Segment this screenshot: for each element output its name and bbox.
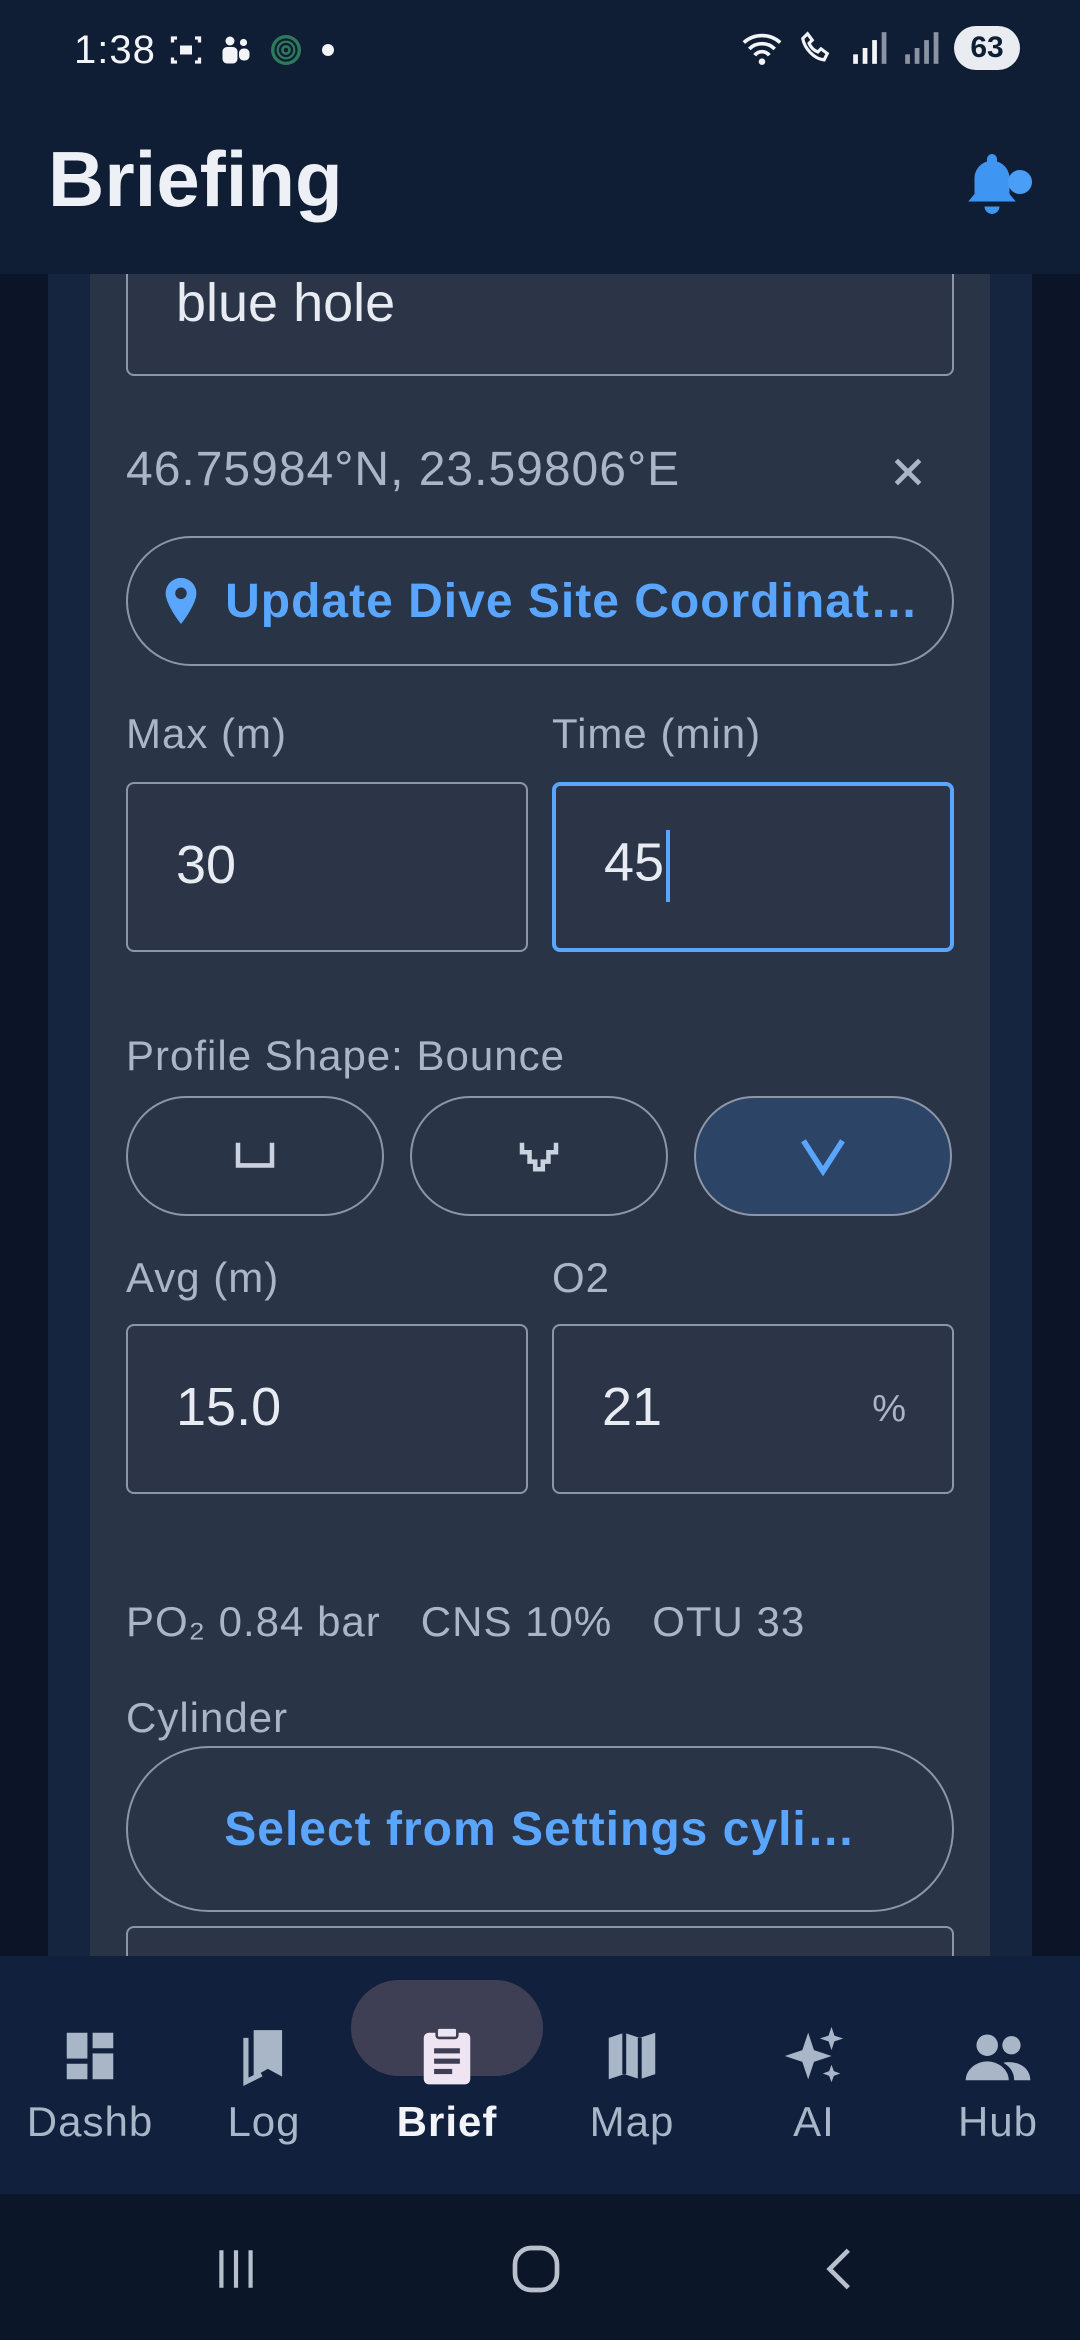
nav-item-ai[interactable]: AI — [724, 1956, 904, 2194]
site-name-field[interactable]: blue hole — [126, 274, 954, 376]
o2-unit: % — [872, 1388, 906, 1430]
po2-stat: PO₂ 0.84 bar — [126, 1598, 381, 1645]
screen: 1:38 63 Briefing blue hole 46.75984°N, 2… — [0, 0, 1080, 2340]
people-icon — [958, 2016, 1038, 2096]
recent-apps-button[interactable] — [196, 2234, 276, 2304]
clipboard-icon — [407, 2016, 487, 2096]
wifi-calling-icon — [801, 31, 830, 62]
battery-indicator: 63 — [954, 26, 1020, 70]
text-cursor — [666, 830, 671, 902]
nav-label-map: Map — [589, 2098, 675, 2145]
notification-badge — [1008, 170, 1032, 194]
profile-bounce-button[interactable] — [694, 1096, 952, 1216]
max-depth-value: 30 — [176, 835, 237, 895]
wifi-icon — [742, 33, 782, 65]
update-coordinates-label: Update Dive Site Coordinat… — [225, 574, 919, 628]
nav-label-brief: Brief — [396, 2098, 498, 2145]
update-coordinates-button[interactable]: Update Dive Site Coordinat… — [126, 536, 954, 666]
nav-label-hub: Hub — [957, 2098, 1039, 2145]
time-value: 45 — [604, 832, 665, 893]
avg-depth-label: Avg (m) — [126, 1254, 280, 1301]
notifications-button[interactable] — [962, 142, 1032, 222]
otu-stat: OTU 33 — [652, 1598, 806, 1645]
time-label: Time (min) — [552, 710, 762, 757]
system-navigation-bar — [0, 2194, 1080, 2340]
avg-depth-value: 15.0 — [176, 1377, 282, 1437]
avg-depth-input[interactable]: 15.0 — [126, 1324, 528, 1494]
location-pin-icon — [165, 577, 197, 625]
next-field[interactable] — [126, 1926, 954, 1956]
map-icon — [592, 2016, 672, 2096]
clear-coordinates-button[interactable] — [880, 444, 936, 500]
cns-stat: CNS 10% — [420, 1598, 613, 1645]
o2-value: 21 — [602, 1377, 663, 1437]
nav-item-hub[interactable]: Hub — [908, 1956, 1080, 2194]
select-cylinder-button[interactable]: Select from Settings cyli… — [126, 1746, 954, 1912]
nav-item-dashboard[interactable]: Dashb — [0, 1956, 180, 2194]
dot-icon — [322, 44, 334, 56]
o2-input[interactable]: 21 % — [552, 1324, 954, 1494]
site-name-value: blue hole — [176, 274, 396, 333]
square-profile-icon — [235, 1142, 275, 1168]
time-input[interactable]: 45 — [552, 782, 954, 952]
close-icon — [894, 458, 922, 486]
signal-icon-2 — [905, 32, 939, 64]
back-icon — [826, 2248, 850, 2290]
nav-item-brief[interactable]: Brief — [351, 1956, 543, 2194]
notification-icons — [168, 32, 338, 68]
status-bar: 1:38 63 — [0, 0, 1080, 100]
nav-label-ai: AI — [793, 2098, 835, 2145]
o2-label: O2 — [552, 1254, 611, 1301]
screenshot-icon — [170, 36, 202, 64]
cylinder-label: Cylinder — [126, 1694, 289, 1741]
profile-multilevel-button[interactable] — [410, 1096, 668, 1216]
time-value-wrap: 45 — [604, 830, 671, 902]
gas-stats: PO₂ 0.84 bar CNS 10% OTU 33 — [126, 1598, 805, 1646]
multilevel-profile-icon — [519, 1142, 559, 1172]
radar-icon — [271, 35, 301, 65]
dashboard-icon — [50, 2016, 130, 2096]
nav-item-log[interactable]: Log — [174, 1956, 354, 2194]
top-app-bar: Briefing — [0, 100, 1080, 274]
status-right: 63 — [740, 26, 1020, 70]
nav-label-dashboard: Dashb — [26, 2098, 154, 2145]
coordinates-text: 46.75984°N, 23.59806°E — [126, 443, 681, 496]
max-depth-input[interactable]: 30 — [126, 782, 528, 952]
back-button[interactable] — [800, 2234, 880, 2304]
teams-icon — [222, 36, 250, 64]
briefing-form-scroll[interactable]: blue hole 46.75984°N, 23.59806°E Update … — [0, 274, 1080, 1956]
home-icon — [512, 2245, 560, 2293]
page-title: Briefing — [48, 135, 343, 223]
select-cylinder-label: Select from Settings cyli… — [224, 1802, 856, 1856]
max-depth-label: Max (m) — [126, 710, 287, 757]
profile-shape-label: Profile Shape: Bounce — [126, 1032, 565, 1079]
signal-icon — [853, 32, 887, 64]
bottom-navigation: Dashb Log Brief Map AI Hub — [0, 1956, 1080, 2194]
log-icon — [224, 2016, 304, 2096]
recents-icon — [219, 2250, 253, 2288]
bounce-profile-icon — [801, 1139, 845, 1176]
sparkle-icon — [774, 2016, 854, 2096]
status-time: 1:38 — [74, 28, 156, 72]
profile-square-button[interactable] — [126, 1096, 384, 1216]
home-button[interactable] — [496, 2234, 576, 2304]
nav-label-log: Log — [227, 2098, 301, 2145]
nav-item-map[interactable]: Map — [542, 1956, 722, 2194]
